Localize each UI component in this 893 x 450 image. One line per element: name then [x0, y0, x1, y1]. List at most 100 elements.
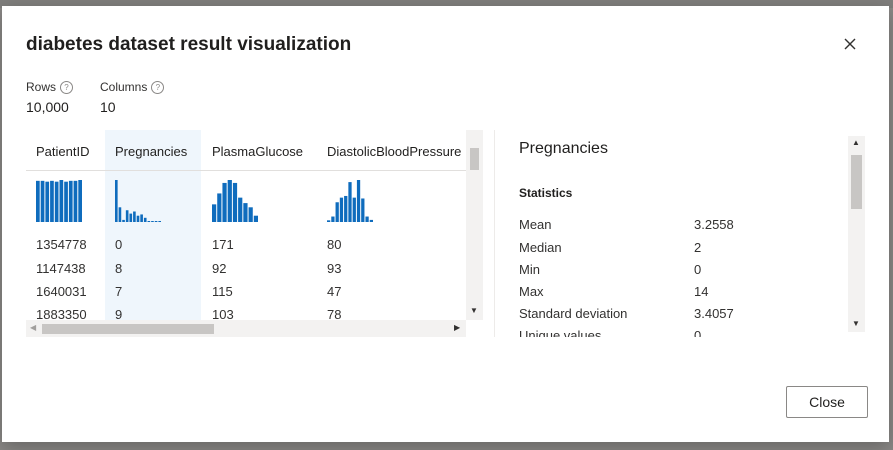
histogram-bar — [125, 210, 129, 222]
histogram-pregnancies — [115, 180, 161, 222]
histogram-bar — [45, 181, 50, 222]
histogram-bar — [212, 204, 217, 222]
histogram-bar — [40, 180, 45, 222]
histogram-bar — [344, 195, 348, 222]
histogram-bar — [133, 211, 136, 222]
scroll-down-icon[interactable]: ▼ — [470, 306, 478, 315]
stats-vertical-scrollbar[interactable]: ▲ ▼ — [848, 136, 865, 332]
histogram-bar — [54, 181, 59, 222]
stats-heading: Statistics — [519, 186, 573, 200]
histogram-diastolicbloodpressure — [327, 180, 373, 222]
table-cell: 1640031 — [36, 284, 87, 299]
stat-value: 0 — [694, 328, 702, 337]
column-header-plasmaglucose[interactable]: PlasmaGlucose — [212, 144, 303, 159]
histogram-bar — [217, 193, 222, 222]
histogram-bar — [335, 202, 339, 222]
histogram-bar — [151, 221, 154, 222]
histogram-bar — [356, 180, 361, 222]
stat-value: 2 — [694, 240, 702, 255]
histogram-bar — [348, 182, 352, 222]
histogram-bar — [222, 182, 227, 222]
scroll-down-icon[interactable]: ▼ — [852, 319, 860, 328]
histogram-bar — [118, 207, 122, 222]
stats-column-title: Pregnancies — [519, 140, 608, 157]
histogram-bar — [154, 221, 158, 222]
stat-value: 3.2558 — [694, 217, 734, 232]
scroll-left-icon[interactable]: ◀ — [30, 323, 36, 332]
histogram-bar — [143, 217, 147, 222]
histogram-bar — [59, 180, 64, 222]
info-icon[interactable]: ? — [151, 80, 165, 94]
table-cell: 93 — [327, 261, 342, 276]
stat-label: Mean — [519, 217, 552, 232]
data-table: PatientID Pregnancies PlasmaGlucose Dias… — [26, 130, 484, 337]
histogram-bar — [352, 197, 356, 222]
histogram-bar — [232, 182, 238, 222]
stat-value: 0 — [694, 262, 702, 277]
histogram-bar — [115, 180, 118, 222]
histogram-bar — [227, 180, 232, 222]
scroll-up-icon[interactable]: ▲ — [852, 138, 860, 147]
histogram-bar — [36, 180, 40, 222]
column-header-diastolicbloodpressure[interactable]: DiastolicBloodPressure — [327, 144, 461, 159]
histogram-bar — [158, 221, 161, 222]
table-cell: 115 — [212, 284, 233, 299]
table-cell: 1354778 — [36, 237, 87, 252]
histogram-bar — [147, 221, 151, 222]
stat-label: Standard deviation — [519, 306, 628, 321]
table-horizontal-scrollbar[interactable]: ◀ ▶ — [26, 320, 466, 337]
histogram-bar — [339, 197, 344, 222]
stat-value: 3.4057 — [694, 306, 734, 321]
columns-label: Columns — [100, 80, 148, 94]
dialog-title: diabetes dataset result visualization — [26, 34, 352, 55]
histogram-bar — [238, 197, 243, 222]
rows-value: 10,000 — [26, 99, 69, 115]
scroll-thumb[interactable] — [470, 148, 479, 170]
scroll-thumb[interactable] — [851, 155, 862, 209]
visualization-dialog: diabetes dataset result visualization Ro… — [2, 6, 889, 442]
table-cell: 47 — [327, 284, 342, 299]
table-cell: 80 — [327, 237, 342, 252]
stat-label: Min — [519, 262, 540, 277]
histogram-patientid — [36, 180, 82, 222]
histogram-bar — [248, 207, 253, 222]
histogram-bar — [365, 216, 369, 222]
header-divider — [26, 170, 466, 171]
scroll-thumb[interactable] — [42, 324, 214, 334]
table-cell: 171 — [212, 237, 234, 252]
stat-label: Unique values — [519, 328, 602, 337]
stat-value: 14 — [694, 284, 709, 299]
histogram-bar — [122, 219, 125, 222]
table-cell: 92 — [212, 261, 227, 276]
rows-label-group: Rows ? — [26, 80, 74, 94]
histogram-bar — [361, 198, 365, 222]
histogram-bar — [331, 216, 335, 222]
rows-label: Rows — [26, 80, 57, 94]
column-header-pregnancies[interactable]: Pregnancies — [115, 144, 187, 159]
histogram-bar — [68, 180, 73, 222]
stat-label: Max — [519, 284, 544, 299]
close-icon[interactable] — [838, 32, 862, 56]
histogram-bar — [73, 180, 78, 222]
stat-label: Median — [519, 240, 562, 255]
close-button[interactable]: Close — [786, 386, 868, 418]
column-header-patientid[interactable]: PatientID — [36, 144, 89, 159]
info-icon[interactable]: ? — [60, 80, 74, 94]
histogram-bar — [140, 214, 143, 222]
scroll-right-icon[interactable]: ▶ — [454, 323, 460, 332]
panel-divider — [494, 130, 495, 337]
histogram-bar — [129, 213, 133, 222]
histogram-plasmaglucose — [212, 180, 258, 222]
histogram-bar — [136, 215, 140, 222]
histogram-bar — [243, 203, 248, 222]
table-cell: 8 — [115, 261, 123, 276]
columns-value: 10 — [100, 99, 116, 115]
histogram-bar — [64, 181, 68, 222]
table-cell: 1147438 — [36, 261, 86, 276]
statistics-panel: Pregnancies Statistics Mean 3.2558 Media… — [518, 130, 866, 337]
histogram-bar — [50, 180, 54, 222]
table-cell: 0 — [115, 237, 123, 252]
table-cell: 7 — [115, 284, 123, 299]
table-vertical-scrollbar[interactable]: ▼ — [466, 130, 483, 320]
histogram-bar — [327, 220, 331, 222]
